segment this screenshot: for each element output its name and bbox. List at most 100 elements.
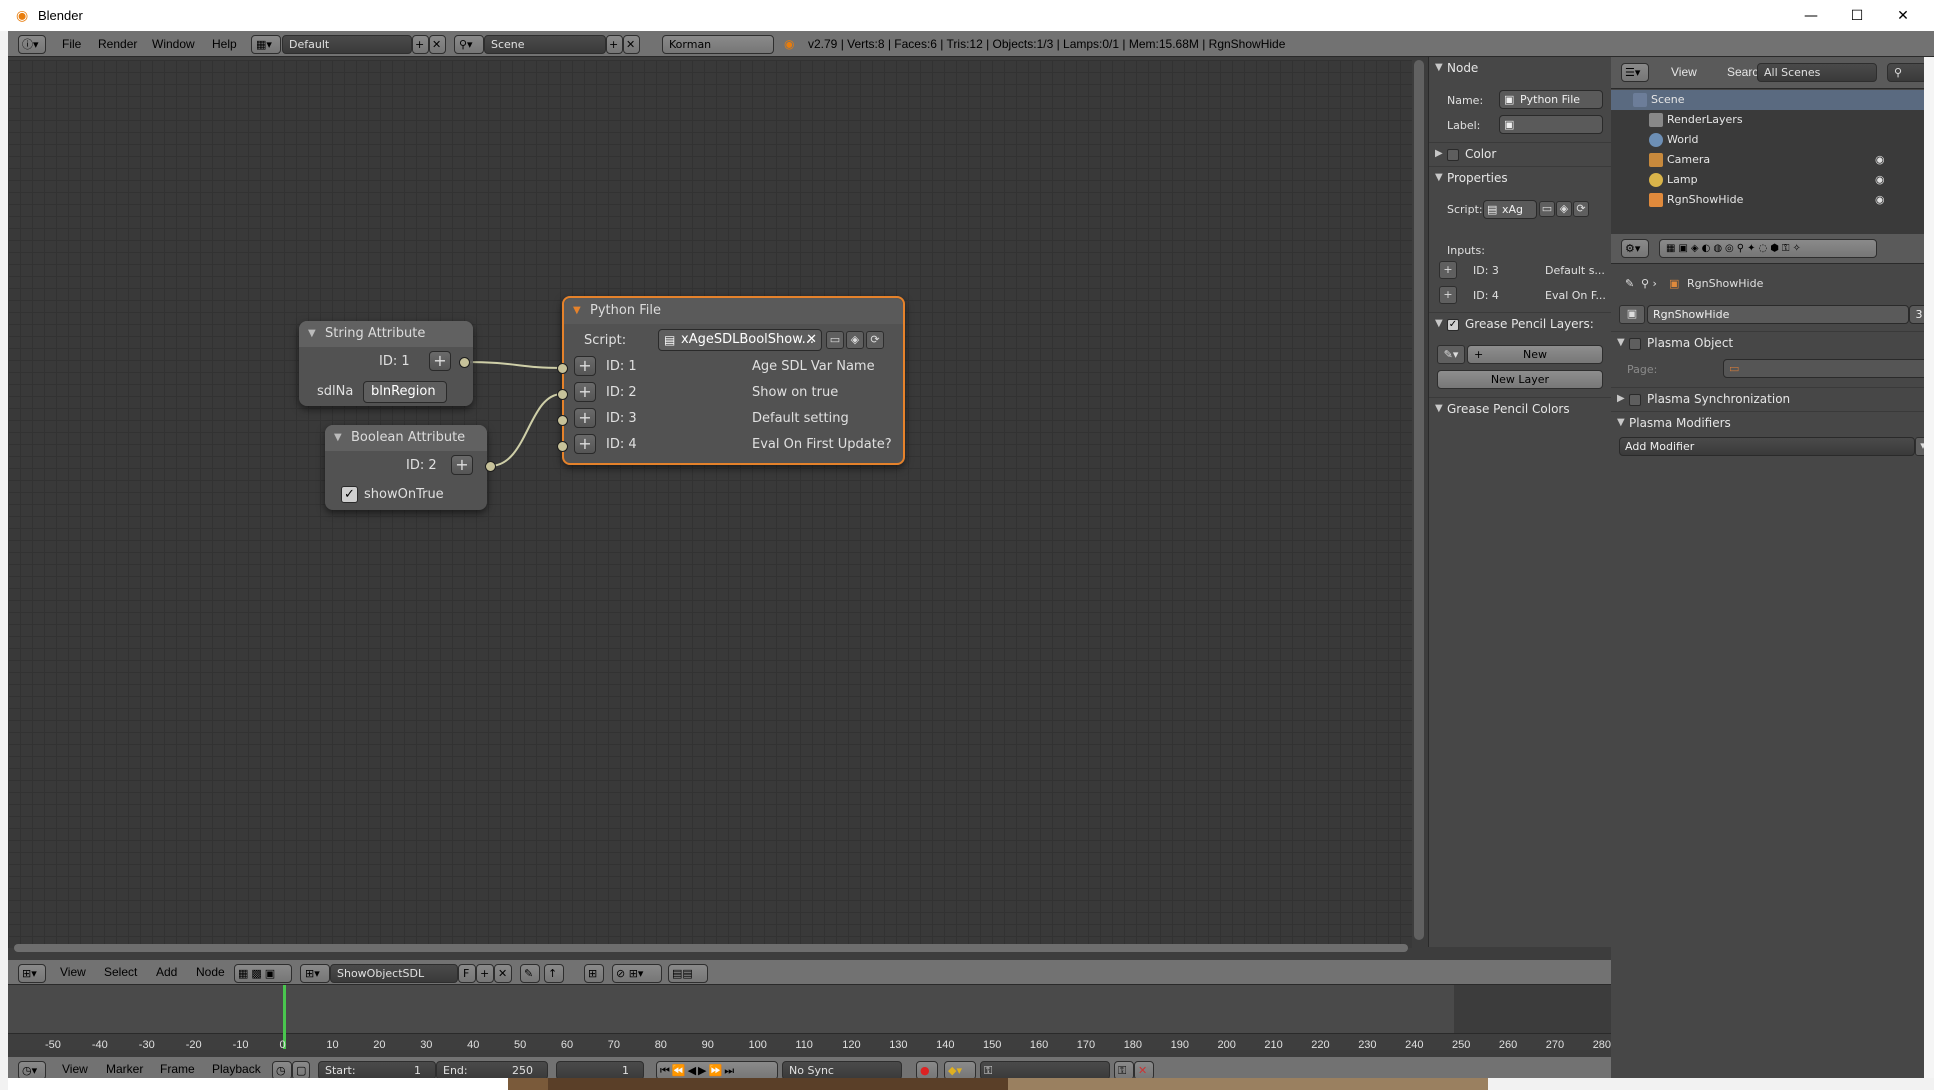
remove-scene-icon[interactable]: ✕ [623, 35, 640, 54]
python-input-socket-1[interactable] [557, 363, 568, 374]
boolean-attribute-plus-button[interactable]: + [451, 455, 473, 475]
outliner-filter-dropdown[interactable]: All Scenes [1757, 63, 1877, 82]
outliner-menu-view[interactable]: View [1671, 65, 1697, 79]
visibility-eye-icon[interactable]: ◉ [1875, 190, 1885, 210]
add-tree-icon[interactable]: + [476, 964, 494, 983]
boolean-attribute-output-socket[interactable] [485, 461, 496, 472]
timeline-menu-playback[interactable]: Playback [212, 1062, 261, 1076]
boolean-attribute-node[interactable]: ▼ Boolean Attribute ID: 2 + ✓ showOnTrue [325, 425, 487, 510]
panel-script-field[interactable]: ▤ xAg [1483, 200, 1537, 219]
timeline-menu-view[interactable]: View [62, 1062, 88, 1076]
visibility-eye-icon[interactable]: ◉ [1875, 170, 1885, 190]
plasma-sync-checkbox[interactable] [1629, 393, 1641, 406]
open-file-icon[interactable]: ▭ [826, 331, 844, 349]
node-tree-browse-icon[interactable]: ⊞▾ [300, 964, 330, 983]
node-label-field[interactable]: ▣ [1499, 115, 1603, 134]
outliner-item-camera[interactable]: Camera ◉ [1611, 150, 1934, 170]
python-input-socket-4[interactable] [557, 441, 568, 452]
input-3-plus-icon[interactable]: + [1439, 261, 1457, 279]
panel-open-file-icon[interactable]: ▭ [1539, 201, 1555, 217]
node-section-header[interactable]: ▼ Node [1429, 57, 1612, 79]
add-layout-icon[interactable]: + [412, 35, 429, 54]
plasma-object-checkbox[interactable] [1629, 337, 1641, 350]
new-grease-pencil-button[interactable]: + New [1467, 345, 1603, 364]
python-input-socket-2[interactable] [557, 389, 568, 400]
object-name-field[interactable]: RgnShowHide [1647, 305, 1909, 324]
collapse-triangle-icon[interactable]: ▼ [308, 321, 316, 347]
object-browse-icon[interactable]: ▣ [1619, 305, 1645, 324]
remove-tree-icon[interactable]: ✕ [494, 964, 512, 983]
node-editor-canvas[interactable]: ▼ String Attribute ID: 1 + sdlNa blnRegio… [8, 60, 1412, 948]
outliner-search-icon[interactable]: ⚲ [1887, 63, 1927, 82]
pencil-icon[interactable]: ✎▾ [1437, 345, 1465, 364]
copy-paste-icons[interactable]: ▤▤ [668, 964, 708, 983]
tree-type-buttons[interactable]: ▦▩▣ [234, 964, 292, 983]
timeline-menu-frame[interactable]: Frame [160, 1062, 195, 1076]
menu-help[interactable]: Help [212, 37, 237, 51]
properties-context-tabs[interactable]: ▦▣◈◐◍◎⚲✦◌⬢⚿✧ [1659, 239, 1877, 258]
render-engine-dropdown[interactable]: Korman [662, 35, 774, 54]
show-on-true-checkbox[interactable]: ✓ [341, 486, 358, 503]
node-tree-name-field[interactable]: ShowObjectSDL [330, 964, 458, 983]
timeline-menu-marker[interactable]: Marker [106, 1062, 143, 1076]
menu-window[interactable]: Window [152, 37, 195, 51]
add-scene-icon[interactable]: + [606, 35, 623, 54]
node-editor-type-icon[interactable]: ⊞▾ [18, 964, 46, 983]
collapse-triangle-icon[interactable]: ▼ [573, 298, 581, 324]
node-editor-horizontal-scrollbar[interactable] [14, 944, 1408, 952]
python-script-field[interactable]: ▤ xAgeSDLBoolShow... ✕ [658, 329, 822, 351]
string-attribute-plus-button[interactable]: + [429, 351, 451, 371]
string-attribute-node[interactable]: ▼ String Attribute ID: 1 + sdlNa blnRegio… [299, 321, 473, 406]
grease-pencil-checkbox[interactable]: ✓ [1447, 318, 1459, 331]
plasma-object-header[interactable]: ▼ Plasma Object [1611, 331, 1934, 353]
panel-reload-file-icon[interactable]: ⟳ [1573, 201, 1589, 217]
minimize-button[interactable]: — [1788, 0, 1834, 31]
python-file-node[interactable]: ▼ Python File Script: ▤ xAgeSDLBoolShow...… [562, 296, 905, 465]
grease-pencil-colors-header[interactable]: ▼ Grease Pencil Colors [1429, 397, 1612, 419]
node-menu-add[interactable]: Add [156, 965, 177, 979]
scene-selector[interactable]: Scene [484, 35, 606, 54]
close-window-button[interactable]: ✕ [1880, 0, 1926, 31]
new-layer-button[interactable]: New Layer [1437, 370, 1603, 389]
visibility-eye-icon[interactable]: ◉ [1875, 150, 1885, 170]
snap-icon[interactable]: ⊞ [584, 964, 604, 983]
outliner-item-rgnshowhide[interactable]: RgnShowHide ◉ [1611, 190, 1934, 210]
node-menu-node[interactable]: Node [196, 965, 225, 979]
remove-layout-icon[interactable]: ✕ [429, 35, 446, 54]
input-4-plus-icon[interactable]: + [1439, 286, 1457, 304]
python-row-3-plus-button[interactable]: + [574, 408, 596, 428]
properties-section-header[interactable]: ▼ Properties [1429, 166, 1612, 188]
color-section-header[interactable]: ▶ Color [1429, 142, 1612, 164]
python-row-4-plus-button[interactable]: + [574, 434, 596, 454]
menu-file[interactable]: File [62, 37, 81, 51]
maximize-button[interactable]: ☐ [1834, 0, 1880, 31]
node-name-field[interactable]: ▣ Python File [1499, 90, 1603, 109]
page-field[interactable]: ▭ [1723, 359, 1929, 378]
reload-file-icon[interactable]: ⟳ [866, 331, 884, 349]
properties-editor-type-icon[interactable]: ⚙▾ [1621, 239, 1649, 258]
outliner-item-lamp[interactable]: Lamp ◉ [1611, 170, 1934, 190]
snap-mode-dropdown[interactable]: ⊘ ⊞▾ [612, 964, 662, 983]
outliner-editor-type-icon[interactable]: ☰▾ [1621, 63, 1649, 82]
panel-pack-file-icon[interactable]: ◈ [1556, 201, 1572, 217]
string-attribute-value-field[interactable]: blnRegion [363, 381, 447, 403]
boolean-attribute-header[interactable]: ▼ Boolean Attribute [325, 425, 487, 451]
node-editor-vertical-scrollbar[interactable] [1414, 60, 1424, 940]
python-row-2-plus-button[interactable]: + [574, 382, 596, 402]
node-menu-select[interactable]: Select [104, 965, 137, 979]
outliner-item-scene[interactable]: Scene [1611, 90, 1934, 110]
string-attribute-header[interactable]: ▼ String Attribute [299, 321, 473, 347]
plasma-sync-header[interactable]: ▶ Plasma Synchronization [1611, 387, 1934, 409]
python-row-1-plus-button[interactable]: + [574, 356, 596, 376]
collapse-triangle-icon[interactable]: ▼ [334, 425, 342, 451]
string-attribute-output-socket[interactable] [459, 357, 470, 368]
layout-grid-icon[interactable]: ▦▾ [251, 35, 281, 54]
go-parent-icon[interactable]: ↑ [544, 964, 564, 983]
clear-script-icon[interactable]: ✕ [806, 330, 817, 350]
pin-tree-icon[interactable]: ✎ [520, 964, 540, 983]
outliner-item-world[interactable]: World [1611, 130, 1934, 150]
pack-file-icon[interactable]: ◈ [846, 331, 864, 349]
menu-render[interactable]: Render [98, 37, 137, 51]
outliner-item-renderlayers[interactable]: RenderLayers [1611, 110, 1934, 130]
fake-user-button[interactable]: F [458, 964, 476, 983]
